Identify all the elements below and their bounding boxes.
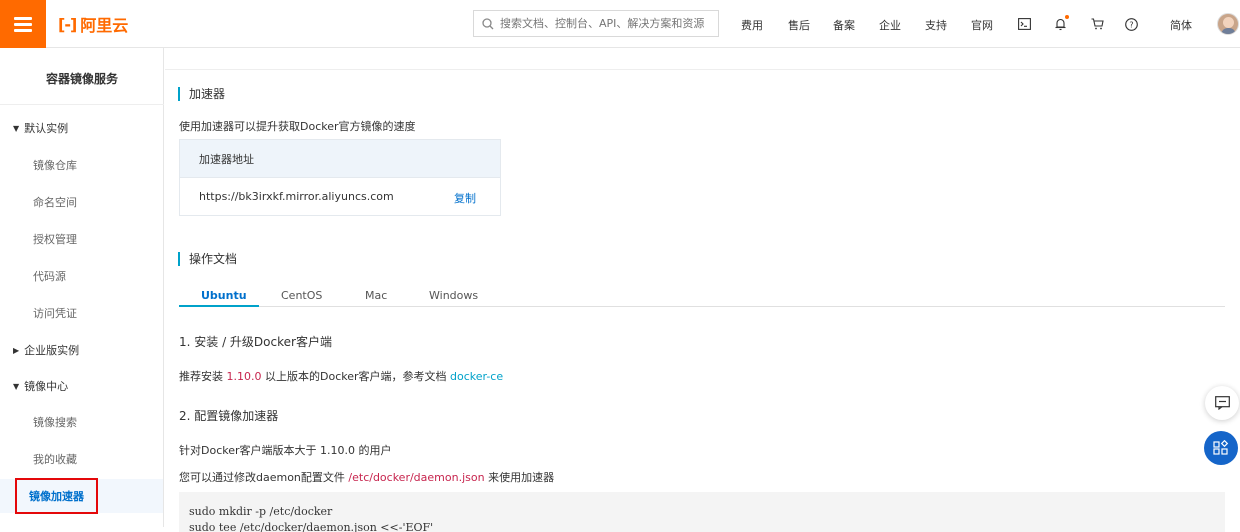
sidebar-item-namespaces[interactable]: 命名空间 <box>0 185 163 219</box>
help-icon[interactable]: ? <box>1121 14 1141 34</box>
terminal-icon[interactable] <box>1014 14 1034 34</box>
notification-dot <box>1065 15 1069 19</box>
section-title-accelerator: 加速器 <box>178 85 225 102</box>
nav-support[interactable]: 支持 <box>925 17 947 33</box>
sidebar-group-label: 企业版实例 <box>24 344 80 357</box>
apps-icon <box>1213 440 1229 455</box>
accelerator-address-row: https://bk3irxkf.mirror.aliyuncs.com 复制 <box>180 178 500 215</box>
user-avatar[interactable] <box>1217 13 1239 35</box>
step2-line2: 您可以通过修改daemon配置文件 /etc/docker/daemon.jso… <box>179 469 554 485</box>
code-block: sudo mkdir -p /etc/docker sudo tee /etc/d… <box>179 492 1225 532</box>
top-bar: [-] 阿里云 费用 售后 备案 企业 支持 官网 ? 简体 <box>0 0 1240 48</box>
accelerator-address-header: 加速器地址 <box>180 140 500 178</box>
accelerator-address-box: 加速器地址 https://bk3irxkf.mirror.aliyuncs.c… <box>179 139 501 216</box>
sidebar-item-favorites[interactable]: 我的收藏 <box>0 442 163 476</box>
svg-text:?: ? <box>1129 20 1133 29</box>
step2-line2-post: 来使用加速器 <box>484 471 555 484</box>
step1-title: 1. 安装 / 升级Docker客户端 <box>179 335 332 349</box>
caret-right-icon: ▶ <box>13 345 20 355</box>
step1-text: 推荐安装 1.10.0 以上版本的Docker客户端，参考文档 docker-c… <box>179 368 503 384</box>
step2-title: 2. 配置镜像加速器 <box>179 409 279 423</box>
caret-down-icon: ▼ <box>13 123 20 133</box>
main-top-strip <box>165 48 1240 70</box>
main-content: 加速器 使用加速器可以提升获取Docker官方镜像的速度 加速器地址 https… <box>165 48 1240 532</box>
tab-ubuntu[interactable]: Ubuntu <box>201 289 247 302</box>
sidebar-title: 容器镜像服务 <box>45 72 118 86</box>
menu-icon <box>14 14 32 35</box>
sidebar-item-image-search[interactable]: 镜像搜索 <box>0 405 163 439</box>
sidebar-group-default-instance[interactable]: ▼ 默认实例 <box>13 120 68 136</box>
accelerator-description: 使用加速器可以提升获取Docker官方镜像的速度 <box>179 120 416 133</box>
code-line: sudo tee /etc/docker/daemon.json <<-'EOF… <box>189 521 434 532</box>
section-title-text: 操作文档 <box>189 252 238 266</box>
sidebar-item-label: 我的收藏 <box>33 453 77 466</box>
logo-mark: [-] <box>58 14 77 34</box>
daemon-json-path: /etc/docker/daemon.json <box>348 471 485 484</box>
language-switch[interactable]: 简体 <box>1170 17 1192 33</box>
sidebar: 容器镜像服务 ▼ 默认实例 镜像仓库 命名空间 授权管理 代码源 访问凭证 ▶ … <box>0 48 164 527</box>
docker-ce-link[interactable]: docker-ce <box>450 370 503 383</box>
sidebar-item-label: 命名空间 <box>33 196 77 209</box>
code-line: sudo mkdir -p /etc/docker <box>189 505 333 518</box>
sidebar-group-label: 镜像中心 <box>24 380 69 393</box>
sidebar-item-repositories[interactable]: 镜像仓库 <box>0 148 163 182</box>
aliyun-logo[interactable]: [-] 阿里云 <box>58 12 128 36</box>
menu-button[interactable] <box>0 0 46 48</box>
nav-fees[interactable]: 费用 <box>741 17 763 33</box>
copy-link[interactable]: 复制 <box>454 190 476 206</box>
section-title-text: 加速器 <box>189 87 226 101</box>
apps-float-button[interactable] <box>1204 431 1238 465</box>
step2-line1: 针对Docker客户端版本大于 1.10.0 的用户 <box>179 444 392 457</box>
sidebar-group-enterprise-instance[interactable]: ▶ 企业版实例 <box>13 342 79 358</box>
cart-icon[interactable] <box>1087 14 1107 34</box>
nav-official-site[interactable]: 官网 <box>971 17 993 33</box>
sidebar-item-authorization[interactable]: 授权管理 <box>0 222 163 256</box>
search-box[interactable] <box>473 10 719 37</box>
step1-text-pre: 推荐安装 <box>179 370 227 383</box>
sidebar-group-image-center[interactable]: ▼ 镜像中心 <box>13 378 68 394</box>
step1-text-mid: 以上版本的Docker客户端，参考文档 <box>261 370 451 383</box>
sidebar-item-code-source[interactable]: 代码源 <box>0 259 163 293</box>
search-input[interactable] <box>500 17 710 30</box>
tab-centos[interactable]: CentOS <box>281 289 322 302</box>
step2-line2-pre: 您可以通过修改daemon配置文件 <box>179 471 349 484</box>
nav-after-sales[interactable]: 售后 <box>788 17 810 33</box>
sidebar-item-label: 访问凭证 <box>33 307 77 320</box>
os-tabs: Ubuntu CentOS Mac Windows <box>179 283 1225 307</box>
sidebar-item-image-accelerator[interactable]: 镜像加速器 <box>0 478 163 514</box>
sidebar-item-label: 镜像仓库 <box>33 159 77 172</box>
chat-icon <box>1214 396 1230 410</box>
caret-down-icon: ▼ <box>13 381 20 391</box>
search-icon <box>482 17 494 29</box>
section-title-docs: 操作文档 <box>178 250 237 267</box>
accelerator-url: https://bk3irxkf.mirror.aliyuncs.com <box>199 190 394 203</box>
nav-filing[interactable]: 备案 <box>833 17 855 33</box>
chat-float-button[interactable] <box>1205 386 1239 420</box>
bell-icon[interactable] <box>1050 14 1070 34</box>
sidebar-item-label: 授权管理 <box>33 233 77 246</box>
step1-version: 1.10.0 <box>226 370 262 383</box>
nav-enterprise[interactable]: 企业 <box>879 17 901 33</box>
logo-text: 阿里云 <box>80 16 129 35</box>
sidebar-item-label: 镜像搜索 <box>33 416 77 429</box>
tab-windows[interactable]: Windows <box>429 289 478 302</box>
sidebar-group-label: 默认实例 <box>24 122 69 135</box>
sidebar-divider <box>0 104 164 105</box>
active-tab-underline <box>179 305 259 307</box>
tab-mac[interactable]: Mac <box>365 289 387 302</box>
sidebar-item-access-credentials[interactable]: 访问凭证 <box>0 296 163 330</box>
sidebar-item-label: 镜像加速器 <box>15 478 98 514</box>
sidebar-item-label: 代码源 <box>33 270 66 283</box>
